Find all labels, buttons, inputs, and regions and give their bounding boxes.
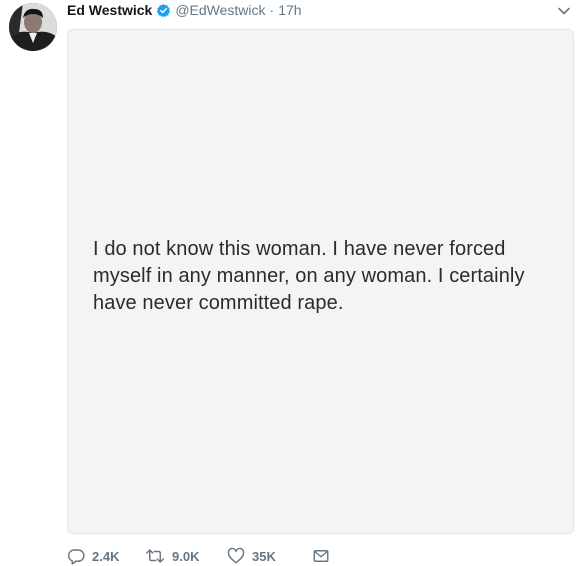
author-name[interactable]: Ed Westwick <box>67 0 152 20</box>
like-button[interactable]: 35K <box>227 547 312 565</box>
avatar[interactable] <box>9 3 57 51</box>
author-handle[interactable]: @EdWestwick <box>175 0 265 20</box>
tweet-timestamp[interactable]: 17h <box>278 0 301 20</box>
retweet-icon <box>145 547 165 565</box>
verified-badge-icon <box>156 3 171 18</box>
separator-dot: · <box>269 2 275 18</box>
tweet-actions: 2.4K 9.0K 35K <box>67 546 330 566</box>
envelope-icon <box>312 547 330 565</box>
direct-message-button[interactable] <box>312 547 330 565</box>
like-count: 35K <box>252 548 276 564</box>
avatar-photo <box>9 3 57 51</box>
reply-button[interactable]: 2.4K <box>67 547 145 565</box>
chevron-down-icon[interactable] <box>557 4 571 18</box>
heart-icon <box>227 547 245 565</box>
tweet-header: Ed Westwick @EdWestwick · 17h <box>67 0 302 20</box>
tweet-media-image[interactable]: I do not know this woman. I have never f… <box>67 29 574 534</box>
retweet-button[interactable]: 9.0K <box>145 547 227 565</box>
retweet-count: 9.0K <box>172 548 200 564</box>
reply-icon <box>67 547 85 565</box>
reply-count: 2.4K <box>92 548 120 564</box>
tweet: Ed Westwick @EdWestwick · 17h I do not k… <box>0 0 582 566</box>
media-statement-text: I do not know this woman. I have never f… <box>93 238 525 314</box>
